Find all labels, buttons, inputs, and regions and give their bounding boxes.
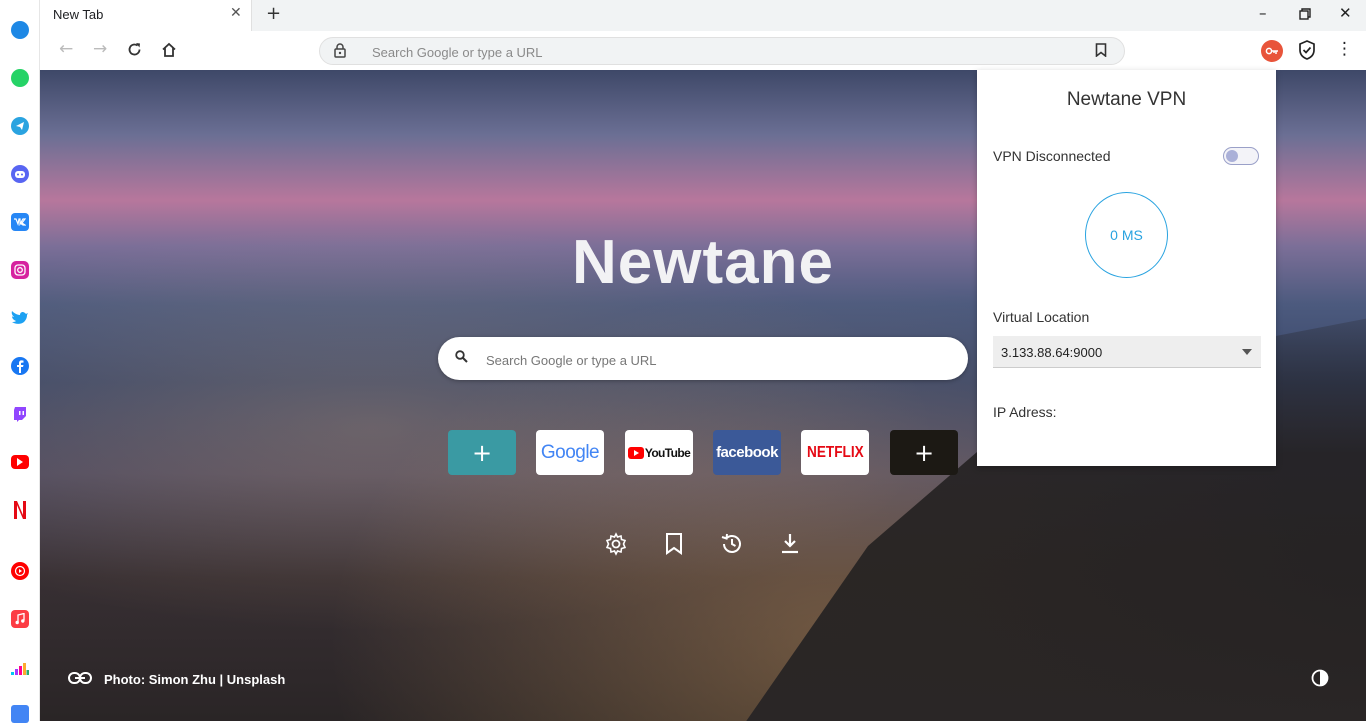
add-shortcut-tile[interactable]: + <box>448 430 516 475</box>
facebook-tile-label: facebook <box>716 444 778 461</box>
twitch-icon[interactable] <box>11 405 29 423</box>
close-window-icon[interactable]: ✕ <box>1339 4 1352 22</box>
netflix-tile-label: NETFLIX <box>806 443 864 461</box>
youtube-music-icon[interactable] <box>11 562 29 580</box>
virtual-location-select[interactable]: 3.133.88.64:9000 <box>993 336 1261 368</box>
vpn-popup: Newtane VPN VPN Disconnected 0 MS Virtua… <box>977 70 1276 466</box>
tab-strip: New Tab ✕ + – ✕ <box>40 0 1366 31</box>
facebook-icon[interactable] <box>11 357 29 375</box>
youtube-play-icon <box>627 446 644 459</box>
address-input[interactable] <box>370 42 1074 62</box>
history-icon[interactable] <box>720 532 744 561</box>
search-input[interactable] <box>484 349 948 371</box>
tab-new-tab[interactable]: New Tab ✕ <box>40 0 252 31</box>
search-box[interactable] <box>438 337 968 380</box>
forward-arrow-icon[interactable]: → <box>93 39 107 59</box>
google-tile-label: Google <box>540 441 600 463</box>
vpn-title: Newtane VPN <box>1066 89 1187 110</box>
discord-icon[interactable] <box>11 165 29 183</box>
vpn-toggle-knob <box>1226 150 1238 162</box>
bookmarks-icon[interactable] <box>664 532 684 561</box>
virtual-location-value: 3.133.88.64:9000 <box>1001 345 1103 360</box>
apple-music-icon[interactable] <box>11 610 29 628</box>
address-bar[interactable] <box>319 37 1125 65</box>
photo-credit[interactable]: Photo: Simon Zhu | Unsplash <box>68 671 285 688</box>
kebab-menu-icon[interactable]: ⋮ <box>1336 39 1353 59</box>
tab-title: New Tab <box>53 7 104 22</box>
plus-icon: + <box>471 438 493 467</box>
messenger-icon[interactable] <box>11 21 29 39</box>
back-arrow-icon[interactable]: ← <box>59 39 73 59</box>
virtual-location-label: Virtual Location <box>993 309 1090 325</box>
telegram-icon[interactable] <box>11 117 29 135</box>
google-translate-icon[interactable] <box>11 705 29 723</box>
youtube-tile-label: YouTube <box>644 445 691 460</box>
facebook-tile[interactable]: facebook <box>713 430 781 475</box>
link-icon <box>68 671 92 688</box>
youtube-tile[interactable]: YouTube <box>625 430 693 475</box>
twitter-icon[interactable] <box>11 309 29 327</box>
contrast-theme-icon[interactable] <box>1311 669 1329 692</box>
reload-icon[interactable] <box>127 42 142 62</box>
youtube-icon[interactable] <box>11 455 29 469</box>
vpn-status-text: VPN Disconnected <box>993 148 1111 164</box>
search-icon <box>455 350 468 368</box>
deezer-icon[interactable] <box>11 659 29 677</box>
chevron-down-icon <box>1242 349 1252 355</box>
download-icon[interactable] <box>779 532 801 561</box>
lock-icon <box>334 43 346 63</box>
google-tile[interactable]: Google <box>536 430 604 475</box>
vpn-ping-circle: 0 MS <box>1085 192 1168 278</box>
vpn-key-icon[interactable] <box>1261 40 1283 62</box>
close-tab-icon[interactable]: ✕ <box>230 5 242 21</box>
restore-icon[interactable] <box>1299 6 1311 24</box>
new-tab-plus-icon[interactable]: + <box>266 3 281 24</box>
ip-address-label: IP Adress: <box>993 404 1057 420</box>
netflix-tile[interactable]: NETFLIX <box>801 430 869 475</box>
instagram-icon[interactable] <box>11 261 29 279</box>
photo-credit-text: Photo: Simon Zhu | Unsplash <box>104 672 286 687</box>
add-shortcut-dark-tile[interactable]: + <box>890 430 958 475</box>
settings-gear-icon[interactable] <box>604 532 628 561</box>
app-sidebar <box>0 0 40 723</box>
vpn-ping-value: 0 MS <box>1110 227 1143 243</box>
shield-check-icon[interactable] <box>1298 40 1316 65</box>
browser-toolbar: ← → ⋮ <box>40 31 1366 70</box>
netflix-icon[interactable] <box>11 501 29 519</box>
vk-icon[interactable] <box>11 213 29 231</box>
whatsapp-icon[interactable] <box>11 69 29 87</box>
bookmark-icon[interactable] <box>1095 43 1107 62</box>
minimize-icon[interactable]: – <box>1259 4 1267 22</box>
vpn-toggle[interactable] <box>1223 147 1259 165</box>
plus-icon: + <box>913 438 935 467</box>
home-icon[interactable] <box>161 42 177 63</box>
